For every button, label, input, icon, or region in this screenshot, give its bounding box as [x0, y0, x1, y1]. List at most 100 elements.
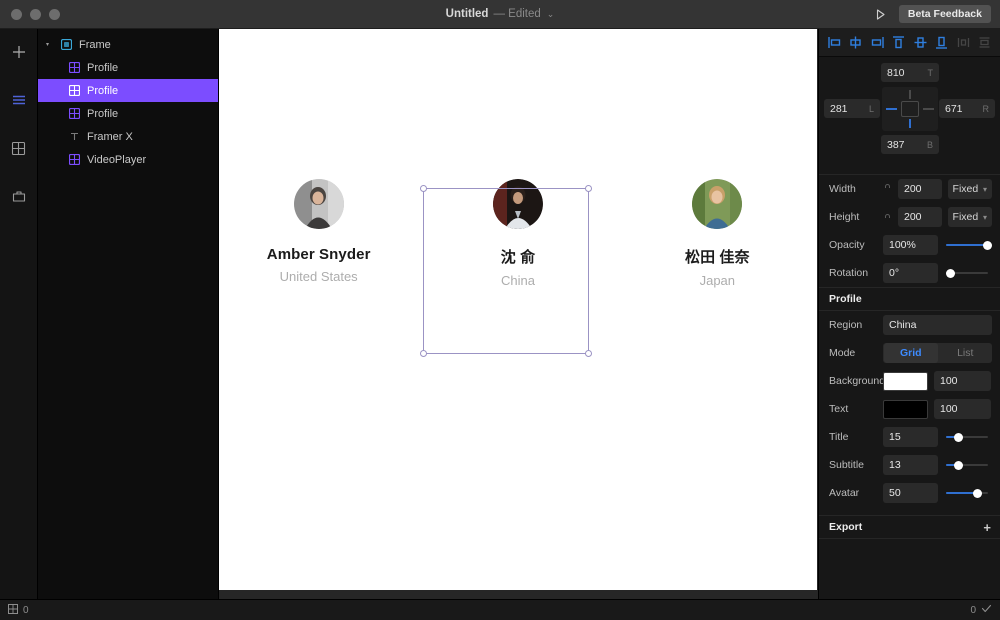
distribute-vertical-icon[interactable] [975, 33, 994, 52]
title-size-input[interactable]: 15 [883, 427, 938, 447]
region-input[interactable]: China [883, 315, 992, 335]
add-icon[interactable] [6, 39, 32, 65]
width-input[interactable]: 200 [898, 179, 942, 199]
layer-row-framer-x[interactable]: Framer X [38, 125, 218, 148]
position-constraints: 810 T 281 L 671 R 387 B [819, 57, 1000, 175]
layer-label: Framer X [87, 130, 133, 143]
subtitle-size-label: Subtitle [829, 459, 865, 471]
tool-rail [0, 29, 38, 599]
text-alpha-input[interactable]: 100 [934, 399, 991, 419]
slider-fill [946, 492, 975, 494]
avatar [492, 179, 543, 229]
window-controls [0, 8, 60, 20]
opacity-row: Opacity 100% [819, 231, 1000, 259]
profile-name: 沈 俞 [500, 249, 536, 266]
mode-segmented-control[interactable]: Grid List [883, 343, 992, 363]
top-suffix: T [927, 67, 934, 78]
mode-option-list[interactable]: List [939, 343, 993, 363]
profile-name: Amber Snyder [266, 246, 371, 263]
align-horizontal-center-icon[interactable] [846, 33, 865, 52]
play-icon[interactable] [873, 6, 889, 22]
slider-knob[interactable] [973, 488, 983, 498]
assets-icon[interactable] [6, 183, 32, 209]
profile-region: Japan [699, 273, 736, 288]
layer-row-profile-1[interactable]: Profile [38, 56, 218, 79]
constraint-pin-bottom[interactable] [909, 119, 911, 128]
edited-status: — Edited [493, 8, 541, 20]
right-value: 671 [945, 102, 963, 115]
layers-icon[interactable] [6, 87, 32, 113]
mode-label: Mode [829, 347, 856, 359]
height-mode-select[interactable]: Fixed ▾ [947, 207, 992, 227]
width-mode-select[interactable]: Fixed ▾ [947, 179, 992, 199]
main-body: ▾ Frame Profile Profile Profile Framer X… [0, 29, 1000, 599]
distribute-horizontal-icon[interactable] [954, 33, 973, 52]
close-button[interactable] [11, 8, 22, 20]
profile-section-header: Profile [819, 287, 1000, 311]
profile-region: China [501, 273, 535, 288]
layer-row-videoplayer[interactable]: VideoPlayer [38, 148, 218, 171]
subtitle-size-input[interactable]: 13 [883, 455, 938, 475]
avatar-size-slider[interactable] [946, 483, 992, 503]
align-left-icon[interactable] [825, 33, 844, 52]
chevron-down-icon[interactable]: ⌄ [547, 9, 555, 20]
canvas[interactable]: Amber Snyder United States 沈 俞 China 松田 … [219, 29, 818, 599]
constraint-pin-right[interactable] [923, 108, 934, 110]
profile-card[interactable]: Amber Snyder United States [236, 179, 401, 284]
constraint-pin-left[interactable] [886, 108, 897, 110]
slider-knob[interactable] [946, 268, 955, 278]
disclosure-triangle-icon[interactable]: ▾ [46, 42, 54, 48]
opacity-input[interactable]: 100% [883, 235, 938, 255]
height-mode-value: Fixed [952, 211, 979, 223]
avatar-size-label: Avatar [829, 487, 860, 499]
align-top-icon[interactable] [889, 33, 908, 52]
rotation-input[interactable]: 0° [883, 263, 938, 283]
mode-option-grid[interactable]: Grid [884, 343, 938, 363]
rotation-slider[interactable] [946, 263, 992, 283]
height-input[interactable]: 200 [898, 207, 942, 227]
background-alpha-input[interactable]: 100 [934, 371, 991, 391]
layer-row-profile-2[interactable]: Profile [38, 79, 218, 102]
document-name: Untitled [445, 8, 489, 20]
title-size-slider[interactable] [946, 427, 992, 447]
component-icon [68, 84, 81, 97]
opacity-slider[interactable] [946, 235, 992, 255]
region-row: Region China [819, 311, 1000, 339]
align-vertical-center-icon[interactable] [911, 33, 930, 52]
grid-icon[interactable] [8, 603, 18, 617]
minimize-button[interactable] [30, 8, 41, 20]
left-input[interactable]: 281 L [824, 99, 880, 118]
align-right-icon[interactable] [868, 33, 887, 52]
profile-name: 松田 佳奈 [684, 249, 750, 266]
resize-handle-bottom-left[interactable] [420, 350, 427, 357]
aspect-lock-closed-icon[interactable] [883, 211, 892, 223]
slider-knob[interactable] [954, 460, 964, 470]
top-value: 810 [887, 66, 905, 79]
resize-handle-bottom-right[interactable] [585, 350, 592, 357]
background-color-swatch[interactable] [883, 371, 928, 391]
add-export-icon[interactable]: + [983, 521, 991, 534]
status-right-value: 0 [970, 604, 976, 616]
top-input[interactable]: 810 T [881, 63, 939, 82]
profile-card[interactable]: 松田 佳奈 Japan [635, 179, 800, 288]
slider-knob[interactable] [954, 432, 964, 442]
bottom-input[interactable]: 387 B [881, 135, 939, 154]
components-icon[interactable] [6, 135, 32, 161]
constraint-pin-top[interactable] [909, 90, 911, 99]
alignment-toolbar [819, 29, 1000, 57]
text-color-swatch[interactable] [883, 399, 928, 419]
maximize-button[interactable] [49, 8, 60, 20]
right-input[interactable]: 671 R [939, 99, 995, 118]
avatar-size-input[interactable]: 50 [883, 483, 938, 503]
beta-feedback-button[interactable]: Beta Feedback [898, 4, 991, 24]
constraint-widget[interactable] [882, 87, 938, 131]
artboard[interactable]: Amber Snyder United States 沈 俞 China 松田 … [219, 29, 817, 590]
profile-card[interactable]: 沈 俞 China [435, 179, 600, 288]
aspect-lock-icon[interactable] [883, 183, 892, 195]
layer-row-profile-3[interactable]: Profile [38, 102, 218, 125]
slider-knob[interactable] [983, 240, 992, 250]
subtitle-size-slider[interactable] [946, 455, 992, 475]
status-left-value: 0 [23, 604, 29, 616]
align-bottom-icon[interactable] [932, 33, 951, 52]
layer-row-frame[interactable]: ▾ Frame [38, 33, 218, 56]
